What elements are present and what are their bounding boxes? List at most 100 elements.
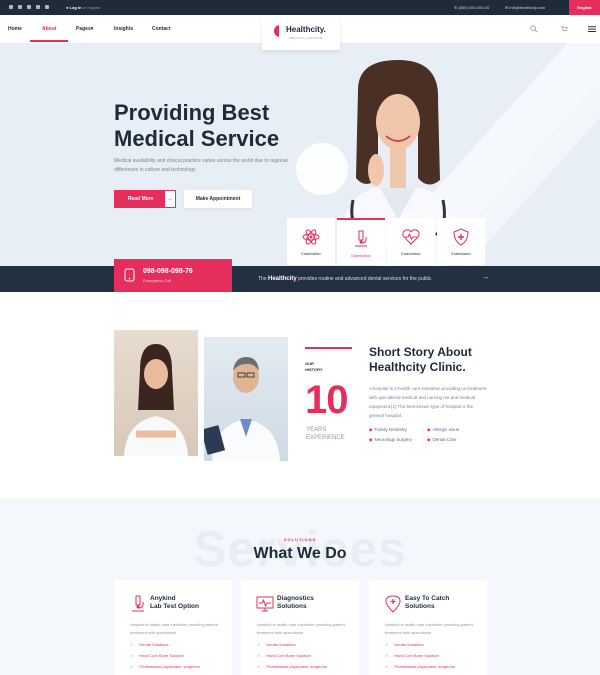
logo[interactable]: Healthcity. MEDICAL CENTER [262,17,340,50]
service-card-title-line-1[interactable]: Diagnostics [277,595,357,603]
service-card-title[interactable]: Diagnostics Solutions [277,595,357,611]
list-item: ◆ Allergic Issue [427,427,461,433]
services-section: Services SOLUTIONS What We Do Anykind Lab… [0,498,600,675]
topbar-phone-number: (800) 000-000-00 [458,5,490,10]
service-card-title-line-2[interactable]: Solutions [405,603,485,611]
hero-title-line-1: Providing Best [114,100,270,125]
story-title-line-2: Healthcity Clinic. [369,360,466,374]
topbar-email[interactable]: ✉ info@healthcity.com [505,5,545,10]
service-card-description: Hospital is health care institution prov… [385,622,473,635]
feature-card[interactable]: Examination [387,218,435,265]
list-item: ✓ Professional physicians, surgeons [385,664,461,669]
list-item-label: Dental Care [432,437,457,442]
arrow-right-icon[interactable]: → [164,190,176,208]
emergency-call-box[interactable]: 098-098-098-76 Emergency Call [114,259,232,292]
list-item: ◆ Dental Care [427,437,458,443]
bullet-icon: ◆ [427,437,431,442]
read-more-button[interactable]: Read More → [114,190,176,208]
bullet-icon: ◆ [369,437,373,442]
bullet-icon: ◆ [369,427,373,432]
phone-icon [124,268,135,282]
nav-item-pages-label[interactable]: Pages [76,26,91,32]
chevron-down-icon: ▾ [90,26,94,32]
menu-icon[interactable] [588,26,596,32]
search-icon[interactable] [530,25,538,33]
history-label-line-2: HISTORY [305,367,323,372]
twitter-icon[interactable] [18,5,22,9]
hero-description: Medical availability and clinical practi… [114,158,288,173]
list-item: ✓ Professional physicians, surgeons [257,664,333,669]
hero-title: Providing Best Medical Service [114,100,314,152]
story-title-line-1: Short Story About [369,345,472,359]
emergency-number[interactable]: 098-098-098-76 [143,268,193,275]
language-label[interactable]: English [577,5,591,10]
service-card-title[interactable]: Easy To Catch Solutions [405,595,485,611]
list-item-label: Professional physicians, surgeons [266,664,327,669]
login-label[interactable]: Log In [70,5,82,10]
service-card-title-line-1[interactable]: Anykind [150,595,230,603]
list-item-label: Hard Core Bone Solution [394,653,439,658]
language-selector[interactable]: English [569,0,600,15]
band-text: The Healthcity provides routine and adva… [258,276,433,282]
band-text-prefix: The [258,276,267,282]
shield-cross-icon [453,228,469,246]
list-item-label: Professional physicians, surgeons [139,664,200,669]
check-icon: ✓ [257,642,261,647]
service-card[interactable]: Diagnostics Solutions Hospital is health … [241,580,359,675]
service-card-title[interactable]: Anykind Lab Test Option [150,595,230,611]
feature-card[interactable]: Examination [287,218,335,265]
history-label: OUR HISTORY [305,361,335,373]
check-icon: ✓ [130,664,134,669]
list-item-label: Dental Solutions [394,642,424,647]
arrow-right-icon[interactable]: → [482,274,489,281]
check-icon: ✓ [130,642,134,647]
list-item-label: Dental Solutions [139,642,169,647]
list-item-label: Hard Core Bone Solution [266,653,311,658]
band-brand: Healthcity [268,276,297,282]
cart-icon[interactable] [560,25,568,33]
instagram-icon[interactable] [45,5,49,9]
feature-card[interactable]: Examination [437,218,485,265]
top-bar: ● Log In or register ✆ (800) 000-000-00 … [0,0,600,15]
microscope-icon [132,595,144,612]
register-label[interactable]: or register [83,5,101,10]
login-link[interactable]: ● Log In or register [66,5,101,10]
years-number: 10 [305,378,348,422]
nav-item-about[interactable]: About [42,26,56,32]
history-accent-line [305,347,352,349]
list-item: ✓ Hard Core Bone Solution [257,653,317,658]
vimeo-icon[interactable] [27,5,31,9]
list-item-label: Family Dentistry [374,427,407,432]
feature-card-active[interactable]: Examination [337,218,385,265]
feature-card-label: Examination [351,254,371,258]
service-card-title-line-2[interactable]: Solutions [277,603,357,611]
bullet-icon: ◆ [427,427,431,432]
service-card-title-line-1[interactable]: Easy To Catch [405,595,485,603]
list-item-label: Professional physicians, surgeons [394,664,455,669]
nav-active-indicator [30,40,68,42]
service-card[interactable]: Anykind Lab Test Option Hospital is healt… [114,580,232,675]
read-more-label[interactable]: Read More [128,196,154,202]
feature-cards: Examination Examination Examination Exam… [287,218,485,265]
info-band: The Healthcity provides routine and adva… [0,266,600,292]
topbar-phone: ✆ (800) 000-000-00 [454,5,489,10]
atom-icon [302,229,320,245]
nav-item-home[interactable]: Home [8,26,22,32]
service-card-title-line-2[interactable]: Lab Test Option [150,603,230,611]
make-appointment-button[interactable]: Make Appointment [184,190,252,208]
nav-item-pages[interactable]: Pages▾ [76,26,93,32]
list-item-label: Hard Core Bone Solution [139,653,184,658]
check-icon: ✓ [385,653,389,658]
check-icon: ✓ [257,664,261,669]
microscope-icon [355,230,367,247]
list-item-label: Dental Solutions [266,642,296,647]
topbar-email-address[interactable]: info@healthcity.com [509,5,545,10]
list-item: ✓ Dental Solutions [130,642,175,647]
list-item: ◆ Family Dentistry [369,427,409,433]
facebook-icon[interactable] [9,5,13,9]
youtube-icon[interactable] [36,5,40,9]
nav-item-insights[interactable]: Insights [114,26,133,32]
nav-item-contact[interactable]: Contact [152,26,171,32]
service-card[interactable]: Easy To Catch Solutions Hospital is healt… [369,580,487,675]
list-item: ✓ Dental Solutions [257,642,302,647]
